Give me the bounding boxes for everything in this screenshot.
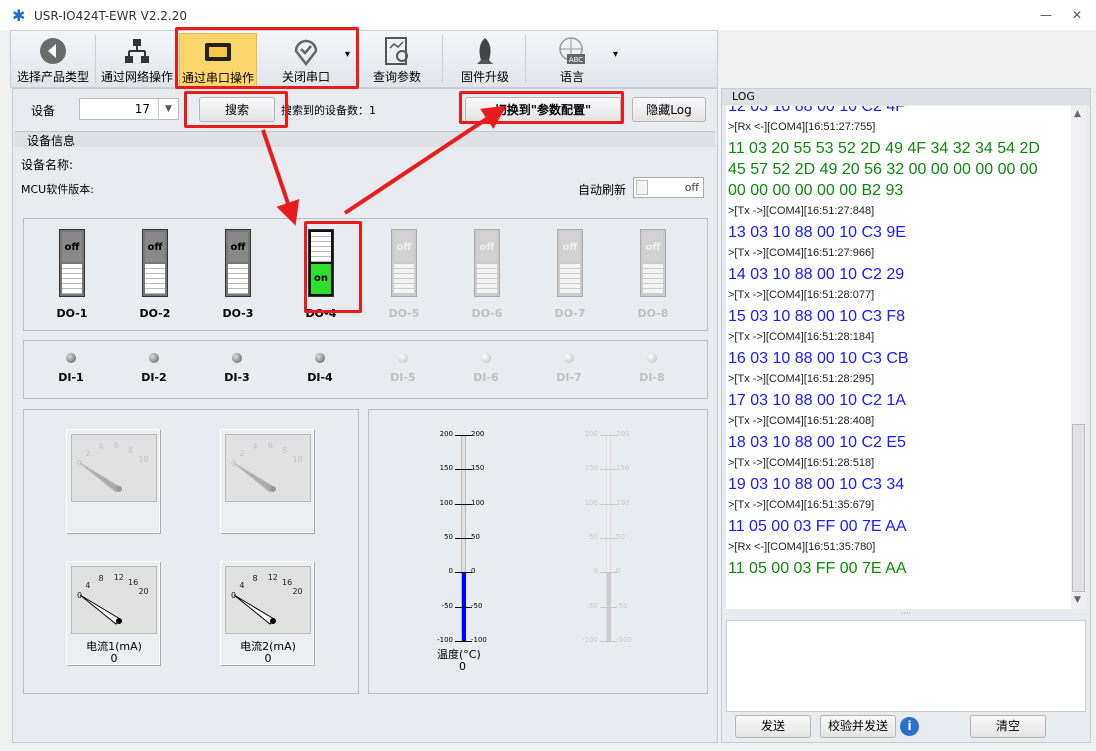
annotation-arrows <box>261 105 507 226</box>
